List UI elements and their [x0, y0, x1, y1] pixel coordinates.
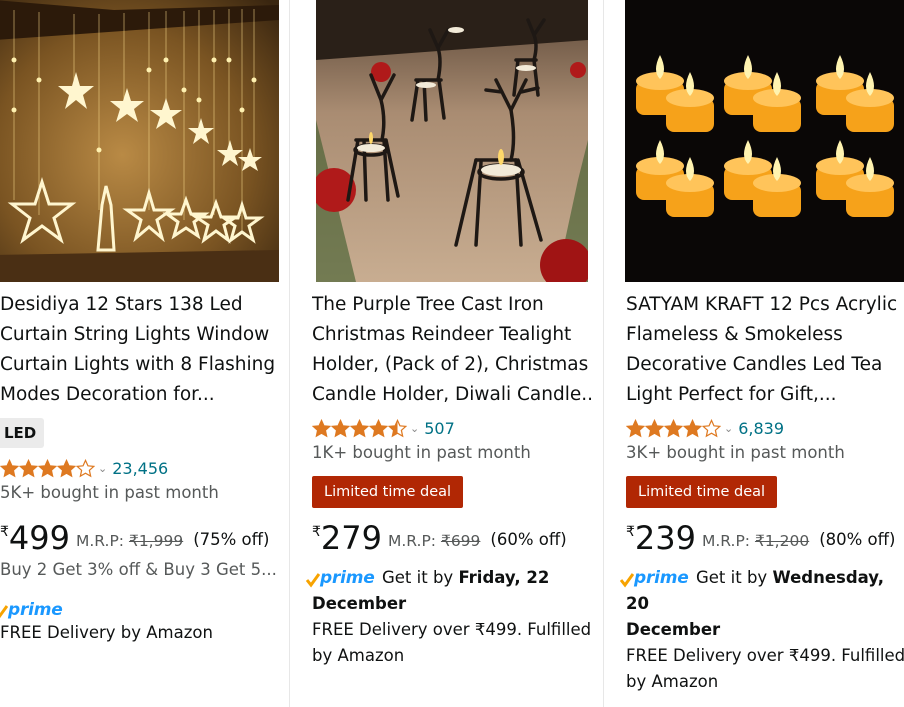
discount: (60% off) [490, 530, 567, 549]
limited-time-deal-badge: Limited time deal [312, 476, 464, 508]
delivery-month: December [312, 594, 407, 613]
delivery-month: December [626, 620, 721, 639]
currency-symbol: ₹ [312, 524, 321, 540]
free-delivery-text: FREE Delivery over ₹499. Fulfilled [626, 646, 904, 665]
offer-text: Buy 2 Get 3% off & Buy 3 Get 5... [0, 560, 277, 579]
product-title-line[interactable]: Curtain Lights with 8 Flashing [0, 350, 280, 380]
get-it-by-label: Get it by [696, 568, 768, 587]
product-title[interactable]: Desidiya 12 Stars 138 Led Curtain String… [0, 290, 280, 410]
card-divider [289, 0, 290, 707]
review-count-link[interactable]: 6,839 [738, 419, 784, 438]
price-row[interactable]: ₹ 279 M.R.P: ₹699 (60% off) [312, 520, 567, 556]
review-count-link[interactable]: 23,456 [112, 459, 168, 478]
delivery-date: Friday, 22 [458, 568, 550, 587]
star-full-icon [38, 458, 57, 477]
star-full-icon [0, 458, 19, 477]
star-rating[interactable] [0, 458, 95, 478]
delivery-estimate: Get it by Wednesday, 20 December FREE De… [626, 565, 904, 695]
star-empty-icon [76, 458, 95, 477]
bought-count: 1K+ bought in past month [312, 443, 531, 462]
mrp-label: M.R.P: [388, 532, 437, 550]
currency-symbol: ₹ [0, 524, 9, 540]
star-full-icon [369, 418, 388, 437]
bought-count: 3K+ bought in past month [626, 443, 845, 462]
chevron-down-icon[interactable]: ⌄ [98, 462, 107, 475]
prime-badge: prime [0, 600, 63, 620]
prime-label: prime [8, 600, 63, 620]
mrp: M.R.P: ₹1,999 [76, 532, 183, 550]
product-card-star-lights[interactable]: Desidiya 12 Stars 138 Led Curtain String… [0, 0, 284, 707]
mrp-value: ₹1,999 [128, 532, 184, 550]
star-full-icon [57, 458, 76, 477]
product-image-star-curtain-lights[interactable] [0, 0, 279, 282]
card-divider [603, 0, 604, 707]
star-full-icon [331, 418, 350, 437]
mrp: M.R.P: ₹699 [388, 532, 480, 550]
product-title-line[interactable]: Christmas Reindeer Tealight [312, 320, 592, 350]
free-delivery-text: FREE Delivery over ₹499. Fulfilled [312, 620, 592, 639]
chevron-down-icon[interactable]: ⌄ [724, 422, 733, 435]
star-full-icon [664, 418, 683, 437]
currency-symbol: ₹ [626, 524, 635, 540]
product-title-line[interactable]: Candle Holder, Diwali Candle... [312, 380, 592, 410]
product-title-line[interactable]: Curtain String Lights Window [0, 320, 280, 350]
prime-check-icon [0, 605, 8, 619]
star-rating[interactable] [312, 418, 407, 438]
product-title-line[interactable]: Modes Decoration for... [0, 380, 280, 410]
mrp-label: M.R.P: [76, 532, 125, 550]
star-full-icon [19, 458, 38, 477]
delivery-text: FREE Delivery by Amazon [0, 623, 213, 642]
product-title[interactable]: The Purple Tree Cast Iron Christmas Rein… [312, 290, 592, 410]
star-half-icon [388, 418, 407, 437]
star-full-icon [645, 418, 664, 437]
star-rating[interactable] [626, 418, 721, 438]
product-image-reindeer-tealight[interactable] [316, 0, 588, 282]
fulfilled-by-text: by Amazon [626, 672, 719, 691]
review-count-link[interactable]: 507 [424, 419, 455, 438]
price[interactable]: 279 [321, 520, 382, 556]
product-title-line[interactable]: Holder, (Pack of 2), Christmas [312, 350, 592, 380]
rating-row[interactable]: ⌄ 6,839 [626, 417, 784, 439]
mrp-label: M.R.P: [702, 532, 751, 550]
product-image-led-tea-candles[interactable] [625, 0, 904, 282]
product-card-reindeer-holder[interactable]: The Purple Tree Cast Iron Christmas Rein… [306, 0, 596, 707]
star-full-icon [683, 418, 702, 437]
star-full-icon [312, 418, 331, 437]
led-badge: LED [0, 418, 45, 448]
price[interactable]: 239 [635, 520, 696, 556]
discount: (75% off) [193, 530, 270, 549]
delivery-estimate: Get it by Friday, 22 December FREE Deliv… [312, 565, 592, 669]
chevron-down-icon[interactable]: ⌄ [410, 422, 419, 435]
product-title[interactable]: SATYAM KRAFT 12 Pcs Acrylic Flameless & … [626, 290, 904, 410]
bought-count: 5K+ bought in past month [0, 483, 219, 502]
price-row[interactable]: ₹ 499 M.R.P: ₹1,999 (75% off) [0, 520, 269, 556]
mrp-value: ₹1,200 [754, 532, 810, 550]
star-full-icon [626, 418, 645, 437]
fulfilled-by-text: by Amazon [312, 646, 405, 665]
product-card-led-candles[interactable]: SATYAM KRAFT 12 Pcs Acrylic Flameless & … [620, 0, 904, 707]
product-title-line[interactable]: Flameless & Smokeless [626, 320, 904, 350]
product-title-line[interactable]: Light Perfect for Gift,... [626, 380, 904, 410]
rating-row[interactable]: ⌄ 23,456 [0, 457, 168, 479]
discount: (80% off) [819, 530, 896, 549]
mrp-value: ₹699 [440, 532, 481, 550]
star-full-icon [350, 418, 369, 437]
price-row[interactable]: ₹ 239 M.R.P: ₹1,200 (80% off) [626, 520, 895, 556]
rating-row[interactable]: ⌄ 507 [312, 417, 455, 439]
product-title-line[interactable]: SATYAM KRAFT 12 Pcs Acrylic [626, 290, 904, 320]
star-empty-icon [702, 418, 721, 437]
product-title-line[interactable]: Desidiya 12 Stars 138 Led [0, 290, 280, 320]
price[interactable]: 499 [9, 520, 70, 556]
get-it-by-label: Get it by [382, 568, 454, 587]
limited-time-deal-badge: Limited time deal [626, 476, 778, 508]
mrp: M.R.P: ₹1,200 [702, 532, 809, 550]
product-title-line[interactable]: The Purple Tree Cast Iron [312, 290, 592, 320]
product-title-line[interactable]: Decorative Candles Led Tea [626, 350, 904, 380]
